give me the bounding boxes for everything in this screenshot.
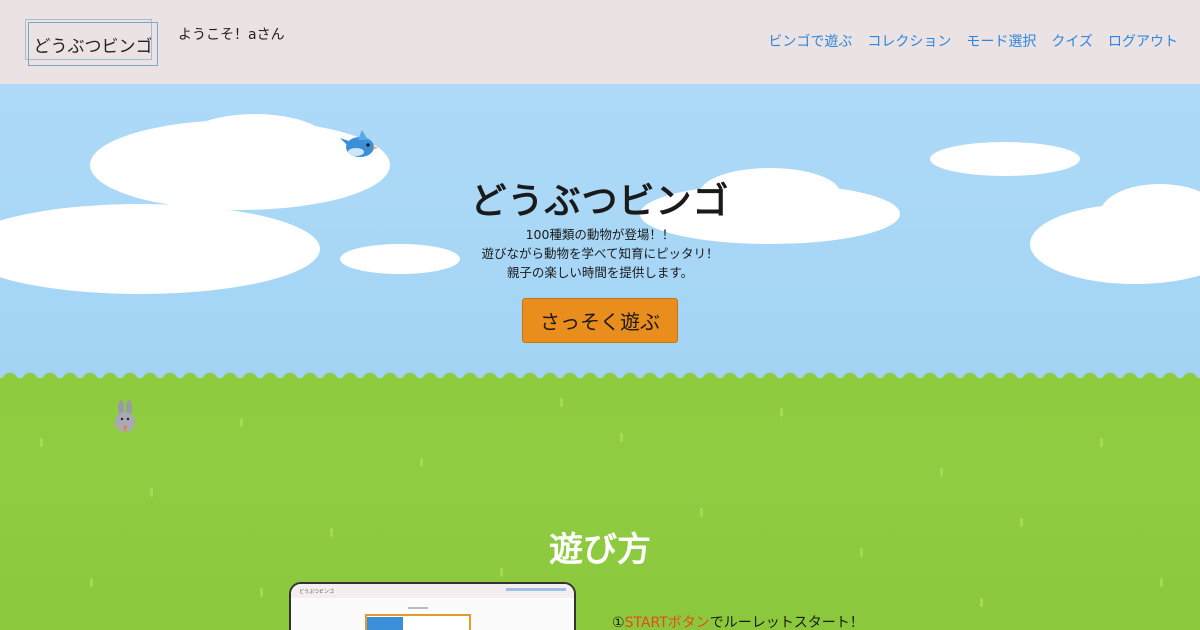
hero-section: どうぶつビンゴ 100種類の動物が登場！！ 遊びながら動物を学べて知育にピッタリ… <box>0 84 1200 380</box>
rabbit-icon <box>115 400 135 433</box>
nav-play-bingo[interactable]: ビンゴで遊ぶ <box>768 31 852 51</box>
preview-header: どうぶつビンゴ <box>291 584 574 598</box>
step-1-rest: でルーレットスタート！ <box>709 615 864 630</box>
start-playing-button[interactable]: さっそく遊ぶ <box>522 298 678 343</box>
game-preview-screenshot: どうぶつビンゴ <box>289 582 576 630</box>
site-header: どうぶつビンゴ ようこそ！aさん ビンゴで遊ぶ コレクション モード選択 クイズ… <box>0 0 1200 84</box>
start-button-mention: STARTボタン <box>624 615 710 630</box>
step-1-text: ①STARTボタンでルーレットスタート！ <box>612 612 864 630</box>
nav-quiz[interactable]: クイズ <box>1051 31 1093 51</box>
hero-desc-line: 100種類の動物が登場！！ <box>525 227 675 242</box>
nav-logout[interactable]: ログアウト <box>1108 31 1178 51</box>
hero-title: どうぶつビンゴ <box>470 181 730 222</box>
how-to-play-title: 遊び方 <box>549 530 651 570</box>
main-nav: ビンゴで遊ぶ コレクション モード選択 クイズ ログアウト <box>768 31 1178 51</box>
hero-desc-line: 親子の楽しい時間を提供します。 <box>506 265 694 280</box>
site-logo[interactable]: どうぶつビンゴ <box>25 19 158 66</box>
hero-desc-line: 遊びながら動物を学べて知育にピッタリ！ <box>481 246 719 261</box>
nav-mode-select[interactable]: モード選択 <box>966 31 1036 51</box>
hero-description: 100種類の動物が登場！！ 遊びながら動物を学べて知育にピッタリ！ 親子の楽しい… <box>0 225 1200 282</box>
preview-logo: どうぶつビンゴ <box>299 589 335 595</box>
step-1-number: ① <box>612 615 625 630</box>
grass-field <box>0 378 1200 630</box>
nav-collection[interactable]: コレクション <box>867 31 951 51</box>
welcome-message: ようこそ！aさん <box>178 27 285 43</box>
